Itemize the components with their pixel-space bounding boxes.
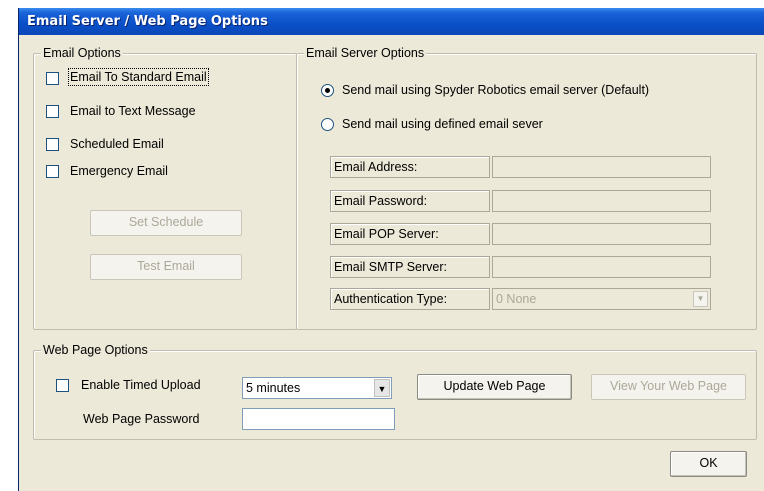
email-address-field[interactable] <box>492 156 711 178</box>
dialog-title: Email Server / Web Page Options <box>27 14 268 29</box>
set-schedule-button[interactable]: Set Schedule <box>90 210 242 236</box>
emergency-email-checkbox[interactable] <box>46 165 59 178</box>
email-standard-label[interactable]: Email To Standard Email <box>68 68 209 86</box>
update-web-page-button[interactable]: Update Web Page <box>417 374 572 400</box>
ok-button[interactable]: OK <box>670 451 747 477</box>
emergency-email-label[interactable]: Emergency Email <box>70 163 168 179</box>
chevron-down-icon[interactable]: ▼ <box>374 379 390 397</box>
defined-server-radio[interactable] <box>321 118 334 131</box>
email-text-label[interactable]: Email to Text Message <box>70 103 196 119</box>
web-page-password-input[interactable] <box>242 408 395 430</box>
upload-interval-value: 5 minutes <box>246 381 301 395</box>
email-text-checkbox[interactable] <box>46 105 59 118</box>
default-server-radio[interactable] <box>321 84 334 97</box>
web-page-options-legend: Web Page Options <box>41 343 150 358</box>
email-options-group: Email Options <box>33 46 297 330</box>
authentication-type-label: Authentication Type: <box>330 288 490 310</box>
email-password-field[interactable] <box>492 190 711 212</box>
email-standard-checkbox[interactable] <box>46 72 59 85</box>
web-page-password-label: Web Page Password <box>83 412 200 426</box>
default-server-label[interactable]: Send mail using Spyder Robotics email se… <box>342 82 649 98</box>
email-password-label: Email Password: <box>330 190 490 212</box>
enable-timed-upload-label[interactable]: Enable Timed Upload <box>81 377 201 393</box>
email-options-legend: Email Options <box>41 46 123 61</box>
upload-interval-select[interactable]: 5 minutes ▼ <box>242 377 392 399</box>
scheduled-email-label[interactable]: Scheduled Email <box>70 136 164 152</box>
test-email-button[interactable]: Test Email <box>90 254 242 280</box>
email-pop-server-label: Email POP Server: <box>330 223 490 245</box>
authentication-type-select[interactable]: 0 None ▼ <box>492 288 711 310</box>
scheduled-email-checkbox[interactable] <box>46 138 59 151</box>
email-address-label: Email Address: <box>330 156 490 178</box>
email-web-options-dialog: Email Server / Web Page Options Email Op… <box>18 8 764 491</box>
email-smtp-server-field[interactable] <box>492 256 711 278</box>
radio-selected-dot <box>325 88 330 93</box>
title-bar[interactable]: Email Server / Web Page Options <box>19 8 764 35</box>
enable-timed-upload-checkbox[interactable] <box>56 379 69 392</box>
authentication-type-value: 0 None <box>496 292 537 306</box>
email-pop-server-field[interactable] <box>492 223 711 245</box>
view-web-page-button[interactable]: View Your Web Page <box>591 374 746 400</box>
chevron-down-icon[interactable]: ▼ <box>693 291 708 307</box>
email-server-options-legend: Email Server Options <box>304 46 427 61</box>
defined-server-label[interactable]: Send mail using defined email sever <box>342 116 543 132</box>
email-smtp-server-label: Email SMTP Server: <box>330 256 490 278</box>
